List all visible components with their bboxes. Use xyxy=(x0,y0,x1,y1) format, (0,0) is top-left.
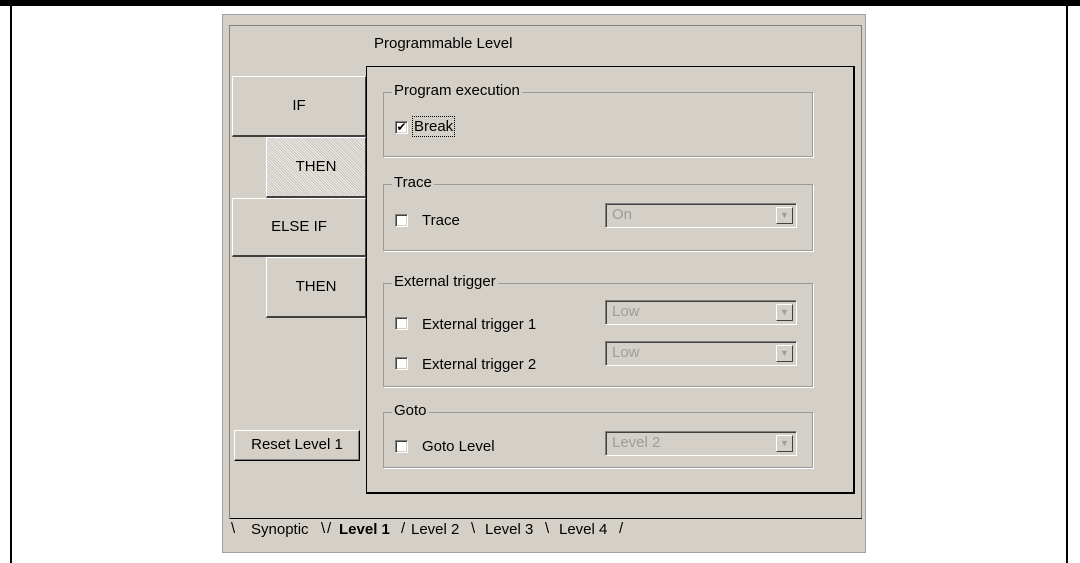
frame-right-border xyxy=(1066,6,1068,563)
dialog-title: Programmable Level xyxy=(374,35,513,52)
external-trigger-2-value: Low xyxy=(612,344,640,361)
external-trigger-legend: External trigger xyxy=(392,273,498,290)
trace-legend: Trace xyxy=(392,174,434,191)
tab-synoptic[interactable]: Synoptic xyxy=(251,521,309,538)
break-label[interactable]: Break xyxy=(411,116,456,137)
goto-level-select[interactable]: Level 2 ▼ xyxy=(605,431,797,456)
then-button-1[interactable]: THEN xyxy=(266,137,366,198)
tab-separator: \ xyxy=(231,520,236,537)
external-trigger-1-value: Low xyxy=(612,303,640,320)
external-trigger-1-select[interactable]: Low ▼ xyxy=(605,300,797,325)
break-checkbox[interactable]: ✔ xyxy=(395,121,408,134)
tab-level-2[interactable]: Level 2 xyxy=(411,521,459,538)
goto-level-value: Level 2 xyxy=(612,434,661,451)
tab-separator: / xyxy=(401,520,406,537)
check-icon: ✔ xyxy=(396,120,407,134)
trace-label: Trace xyxy=(422,212,460,229)
goto-legend: Goto xyxy=(392,402,429,419)
if-button[interactable]: IF xyxy=(232,76,366,137)
tab-separator: \ xyxy=(471,520,476,537)
tab-level-4[interactable]: Level 4 xyxy=(559,521,607,538)
reset-level-button[interactable]: Reset Level 1 xyxy=(234,430,360,461)
program-execution-legend: Program execution xyxy=(392,82,522,99)
then-button-2[interactable]: THEN xyxy=(266,257,366,318)
tab-separator: / xyxy=(619,520,624,537)
external-trigger-1-checkbox[interactable] xyxy=(395,317,408,330)
tab-level-3[interactable]: Level 3 xyxy=(485,521,533,538)
chevron-down-icon[interactable]: ▼ xyxy=(776,207,793,224)
chevron-down-icon[interactable]: ▼ xyxy=(776,304,793,321)
trace-select[interactable]: On ▼ xyxy=(605,203,797,228)
trace-checkbox[interactable] xyxy=(395,214,408,227)
chevron-down-icon[interactable]: ▼ xyxy=(776,435,793,452)
dialog-inner-border xyxy=(229,25,862,26)
dialog-inner-border-right xyxy=(861,25,862,519)
external-trigger-1-label: External trigger 1 xyxy=(422,316,537,333)
frame-left-border xyxy=(10,6,12,563)
goto-level-label: Goto Level xyxy=(422,438,495,455)
tab-separator: \ xyxy=(545,520,550,537)
trace-select-value: On xyxy=(612,206,633,223)
external-trigger-2-checkbox[interactable] xyxy=(395,357,408,370)
else-if-button[interactable]: ELSE IF xyxy=(232,198,366,257)
frame-top-border xyxy=(0,0,1080,6)
chevron-down-icon[interactable]: ▼ xyxy=(776,345,793,362)
goto-level-checkbox[interactable] xyxy=(395,440,408,453)
tab-level-1[interactable]: Level 1 xyxy=(339,521,390,538)
external-trigger-2-select[interactable]: Low ▼ xyxy=(605,341,797,366)
tab-strip: \ Synoptic \ / Level 1 / Level 2 \ Level… xyxy=(229,518,863,542)
external-trigger-2-label: External trigger 2 xyxy=(422,356,537,373)
dialog-inner-border-left xyxy=(229,25,230,519)
tab-separator: \ xyxy=(321,520,326,537)
tab-separator: / xyxy=(327,520,332,537)
